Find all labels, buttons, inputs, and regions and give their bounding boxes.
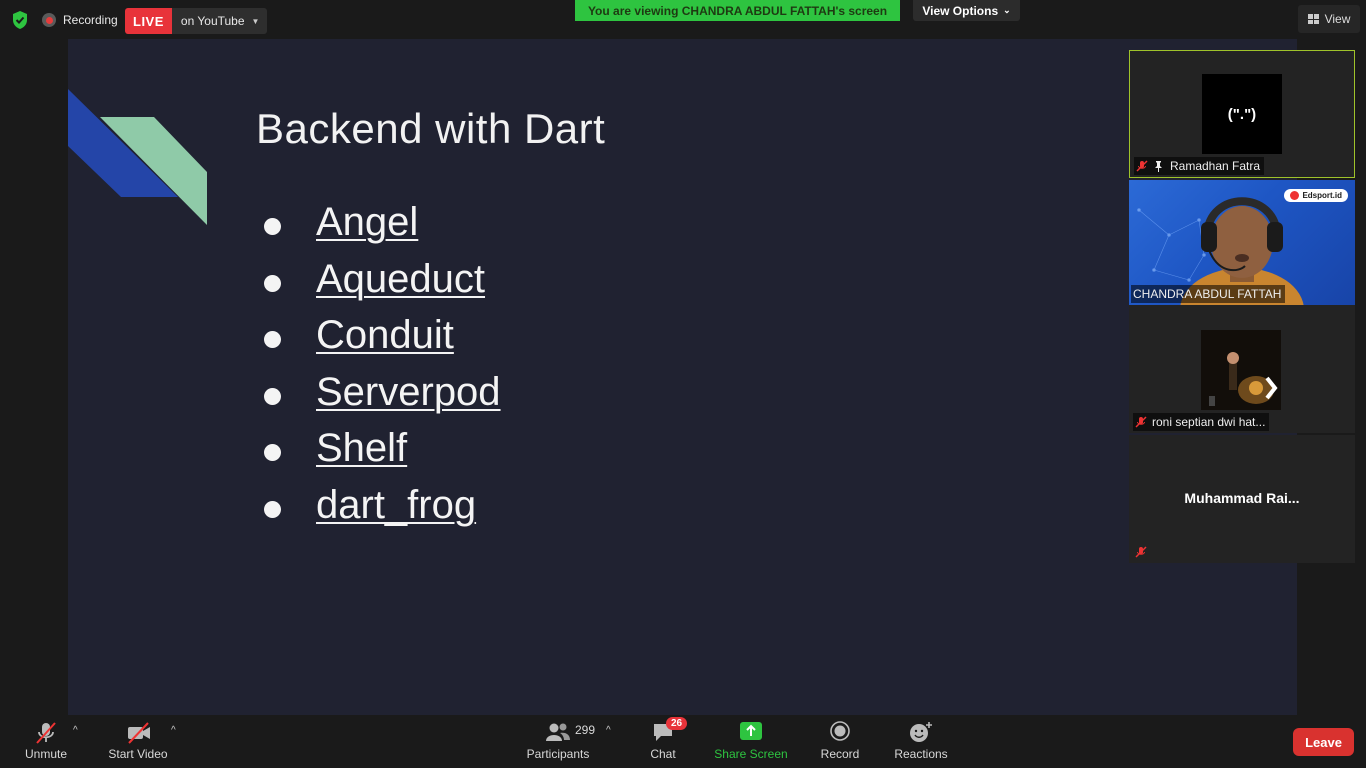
grid-view-icon: [1307, 14, 1319, 24]
participant-name-bar: roni septian dwi hat...: [1133, 413, 1270, 431]
participant-name-bar: Ramadhan Fatra: [1134, 157, 1265, 175]
participant-tile[interactable]: Edsport.id CHANDRA ABDUL FATTAH: [1129, 180, 1355, 305]
participants-options-chevron-icon[interactable]: ^: [606, 725, 611, 736]
list-item: Serverpod: [261, 364, 501, 421]
participant-name: CHANDRA ABDUL FATTAH: [1133, 287, 1282, 301]
list-item: Conduit: [261, 307, 501, 364]
pin-icon: [1155, 161, 1162, 172]
recording-indicator[interactable]: Recording: [42, 10, 118, 30]
bullet-link[interactable]: Conduit: [316, 313, 454, 357]
bullet-icon: [264, 387, 281, 405]
list-item: Shelf: [261, 420, 501, 477]
stream-target-label: on YouTube: [180, 14, 245, 28]
video-options-chevron-icon[interactable]: ^: [171, 725, 176, 736]
top-bar: Recording LIVE on YouTube ▼ You are view…: [0, 0, 1366, 40]
view-label: View: [1324, 12, 1351, 26]
bullet-link[interactable]: Shelf: [316, 426, 407, 470]
bullet-icon: [264, 218, 281, 235]
slide-title: Backend with Dart: [256, 105, 606, 152]
view-options-button[interactable]: View Options ⌄: [913, 0, 1020, 21]
decorative-shapes: [68, 89, 207, 225]
logo-text: Edsport.id: [1302, 191, 1342, 200]
view-button[interactable]: View: [1298, 5, 1360, 33]
record-label: Record: [820, 747, 860, 761]
chevron-down-icon: ⌄: [1003, 5, 1011, 15]
list-item: Aqueduct: [261, 251, 501, 308]
participant-name: roni septian dwi hat...: [1152, 415, 1266, 429]
live-stream-indicator[interactable]: LIVE on YouTube ▼: [125, 8, 268, 34]
reactions-button[interactable]: Reactions: [892, 715, 950, 768]
participants-label: Participants: [526, 747, 590, 761]
leave-button[interactable]: Leave: [1293, 728, 1354, 756]
chat-unread-badge: 26: [666, 717, 688, 730]
share-screen-label: Share Screen: [714, 747, 788, 761]
bullet-icon: [264, 274, 281, 292]
participant-tile[interactable]: Muhammad Rai...: [1129, 435, 1355, 563]
unmute-label: Unmute: [24, 747, 68, 761]
reactions-icon: [910, 722, 932, 742]
bullet-link[interactable]: dart_frog: [316, 483, 476, 527]
bullet-icon: [264, 500, 281, 518]
bullet-icon: [264, 331, 281, 348]
participant-name: Ramadhan Fatra: [1170, 159, 1261, 173]
video-off-icon: [128, 722, 150, 744]
view-options-label: View Options: [922, 3, 999, 18]
bullet-list: Angel Aqueduct Conduit Serverpod Shelf d…: [261, 194, 501, 533]
bullet-link[interactable]: Aqueduct: [316, 257, 485, 301]
recording-label: Recording: [63, 13, 118, 27]
bullet-link[interactable]: Serverpod: [316, 370, 501, 414]
start-video-label: Start Video: [108, 747, 168, 761]
participants-count: 299: [575, 723, 596, 737]
mic-muted-icon: [1136, 160, 1148, 172]
avatar-text: ("."): [1227, 105, 1257, 123]
start-video-button[interactable]: Start Video: [106, 715, 170, 768]
recording-icon: [42, 13, 56, 27]
shared-screen: Backend with Dart Angel Aqueduct Conduit…: [68, 39, 1297, 715]
avatar: ("."): [1202, 74, 1282, 154]
bullet-link[interactable]: Angel: [316, 200, 418, 244]
bullet-icon: [264, 444, 281, 461]
edsport-logo: Edsport.id: [1284, 189, 1348, 202]
record-icon: [830, 721, 850, 741]
record-button[interactable]: Record: [818, 715, 862, 768]
participant-name-large: Muhammad Rai...: [1184, 490, 1300, 506]
caret-down-icon: ▼: [251, 16, 260, 26]
share-screen-button[interactable]: Share Screen: [714, 715, 788, 768]
reactions-label: Reactions: [894, 747, 948, 761]
participant-tile[interactable]: roni septian dwi hat...: [1129, 305, 1355, 433]
chat-label: Chat: [650, 747, 676, 761]
participant-name-bar: CHANDRA ABDUL FATTAH: [1131, 285, 1286, 303]
unmute-button[interactable]: Unmute: [22, 715, 70, 768]
participants-icon: [546, 723, 570, 741]
live-badge: LIVE: [125, 8, 172, 34]
list-item: dart_frog: [261, 477, 501, 534]
participant-name-bar: [1133, 543, 1156, 561]
avatar: [1201, 330, 1281, 410]
share-screen-icon: [740, 722, 762, 740]
mic-muted-icon: [1135, 416, 1147, 428]
mic-muted-icon: [1135, 546, 1147, 558]
list-item: Angel: [261, 194, 501, 251]
participant-tile[interactable]: (".") Ramadhan Fatra: [1129, 50, 1355, 178]
mic-muted-icon: [36, 722, 56, 744]
meeting-toolbar: Unmute ^ Start Video ^ Participants 299 …: [0, 715, 1366, 768]
audio-options-chevron-icon[interactable]: ^: [73, 725, 78, 736]
viewing-screen-banner: You are viewing CHANDRA ABDUL FATTAH's s…: [575, 0, 900, 21]
security-shield-icon[interactable]: [11, 10, 29, 30]
stream-target-dropdown[interactable]: on YouTube ▼: [171, 8, 268, 34]
